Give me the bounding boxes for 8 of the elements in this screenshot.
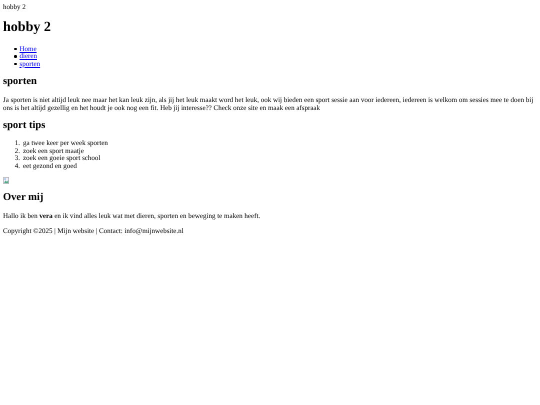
page-title: hobby 2 xyxy=(3,20,52,36)
section-heading: Over mij xyxy=(3,192,44,204)
section-heading: sport tips xyxy=(3,120,46,132)
section-heading: sporten xyxy=(3,76,38,88)
bullet-icon xyxy=(14,48,16,50)
bullet-icon xyxy=(14,62,16,65)
broken-image-icon xyxy=(3,176,10,184)
bullet-icon xyxy=(14,55,16,58)
